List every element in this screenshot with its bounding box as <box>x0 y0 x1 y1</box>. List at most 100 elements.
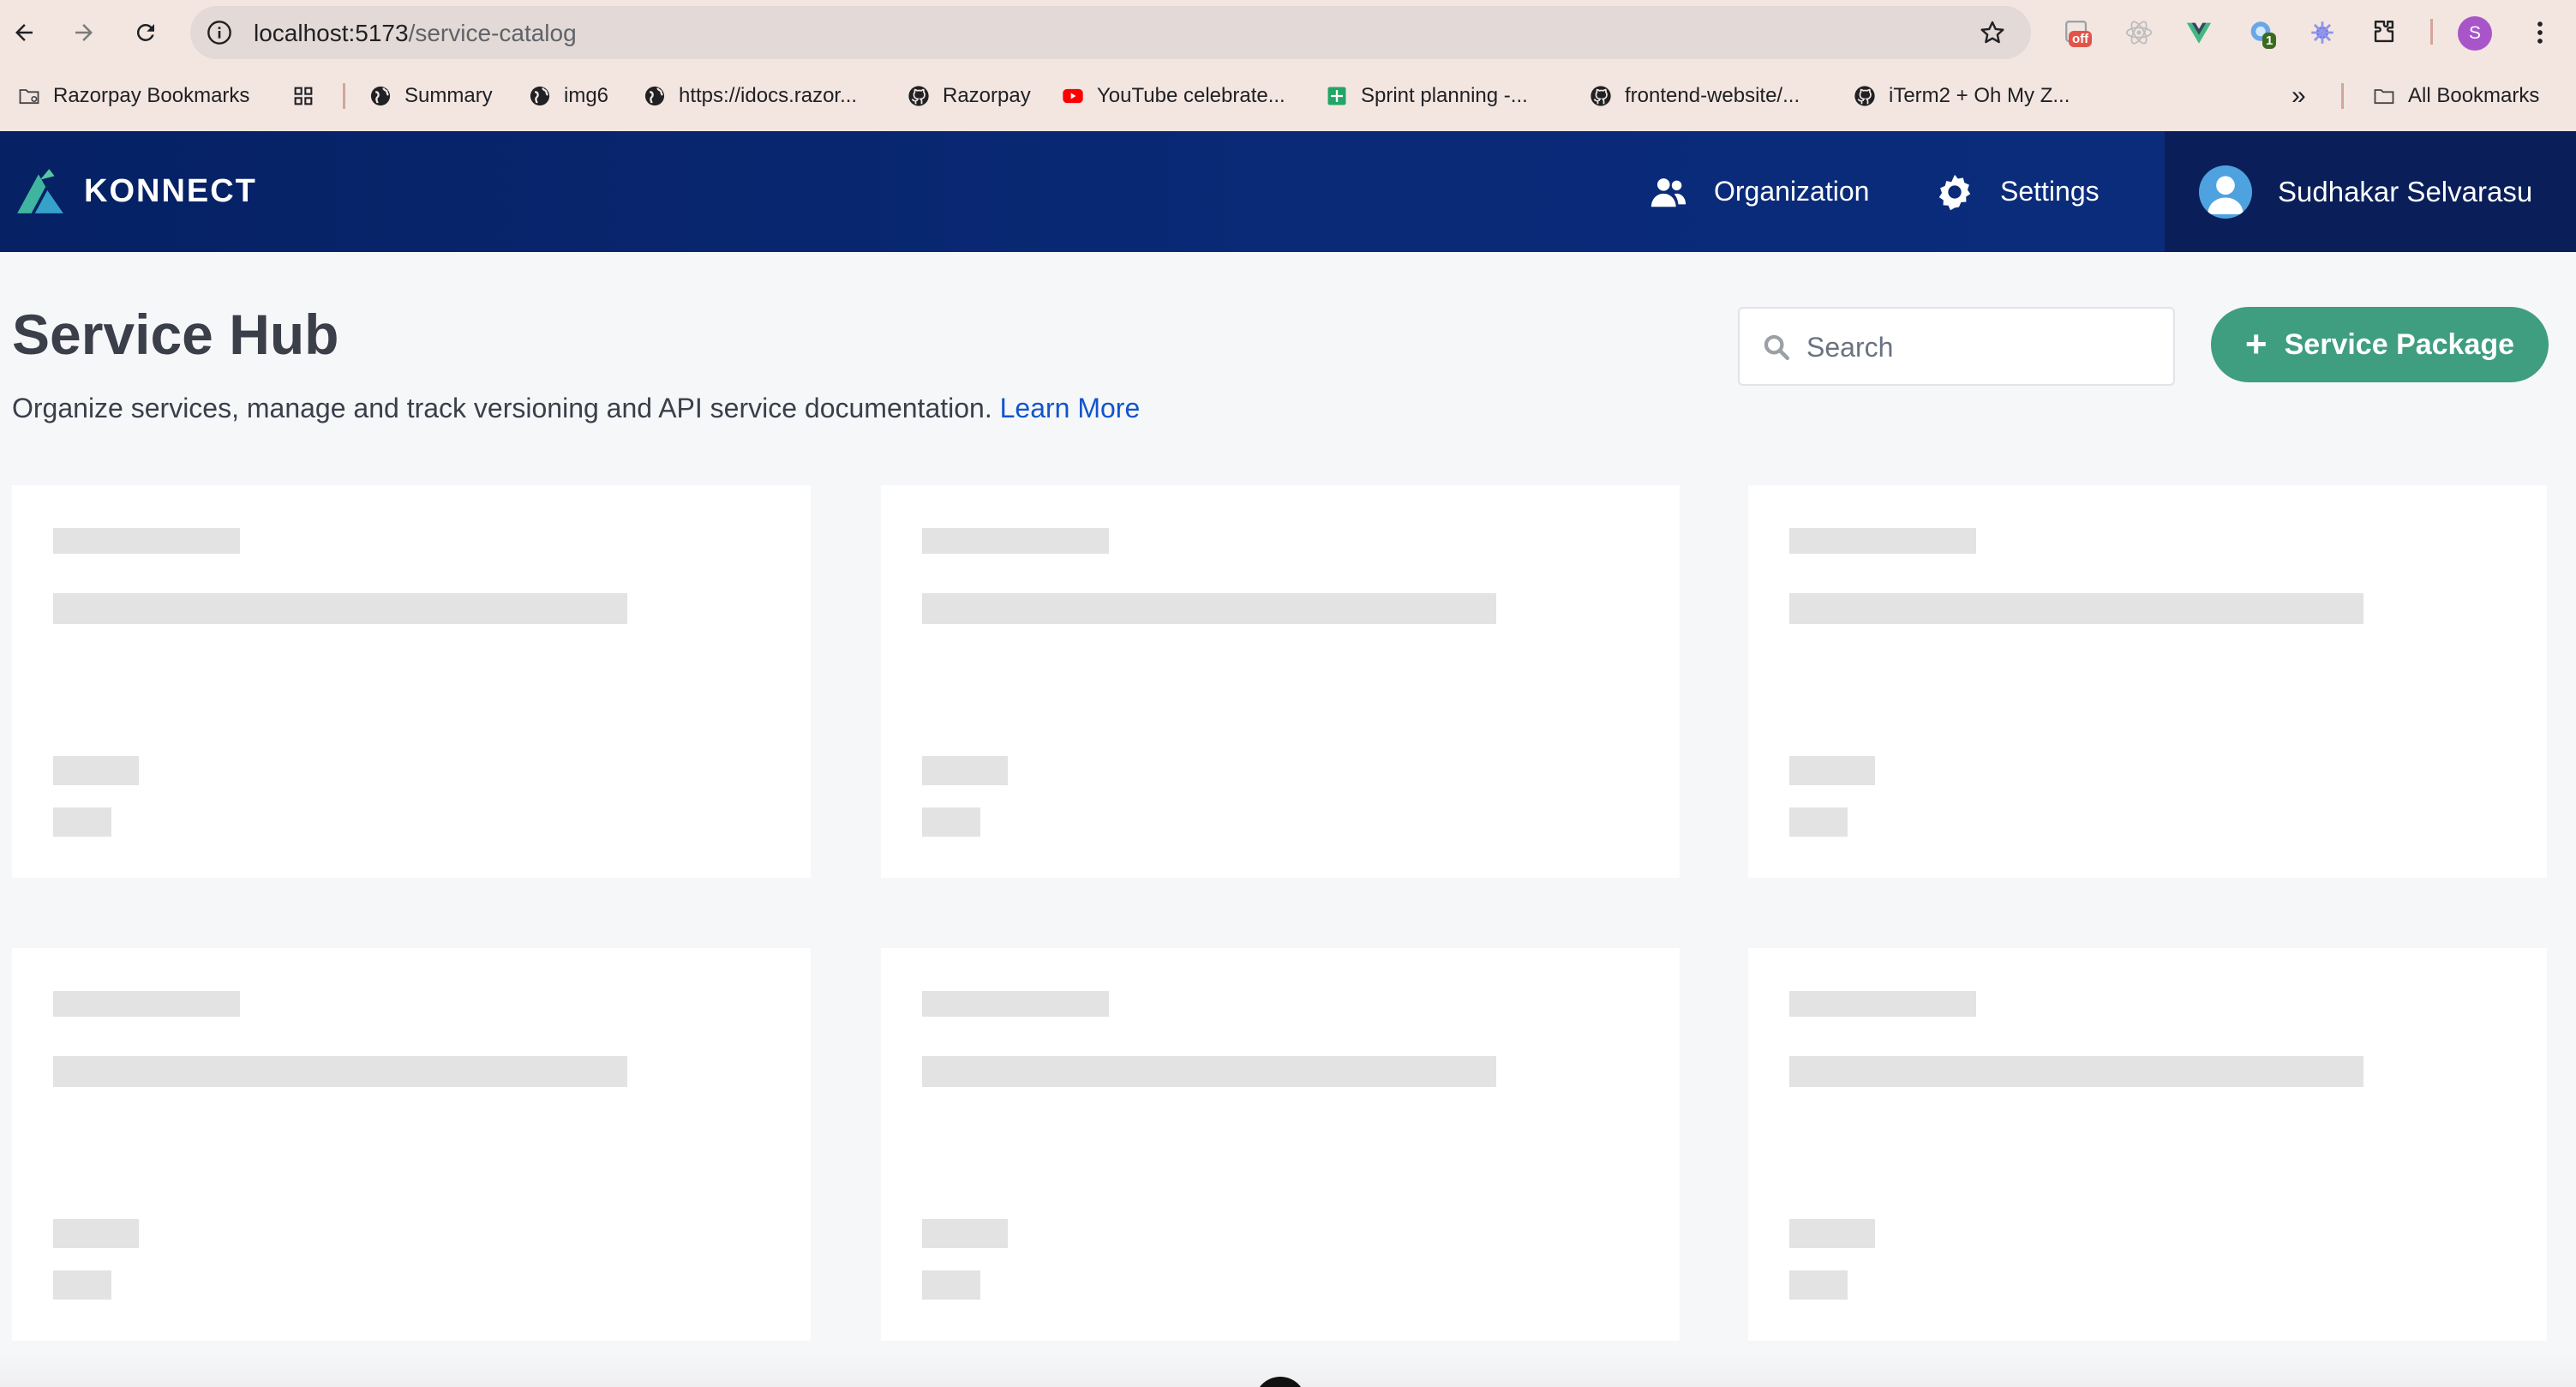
skeleton-line <box>922 593 1496 624</box>
sheets-icon <box>1327 87 1346 105</box>
skeleton-line <box>53 1056 627 1087</box>
users-icon <box>1650 177 1686 207</box>
nav-organization-label: Organization <box>1714 176 1870 207</box>
skeleton-line <box>53 593 627 624</box>
github-icon <box>908 86 929 106</box>
skeleton-line <box>53 528 240 554</box>
github-icon <box>1591 86 1611 106</box>
vue-devtools-icon[interactable] <box>2184 17 2214 48</box>
search-input[interactable] <box>1806 326 2149 369</box>
bookmarks-overflow-button[interactable]: » <box>2291 75 2306 117</box>
app-header: KONNECT Organization Settings Sudhakar S… <box>0 131 2576 252</box>
globe-icon <box>644 86 665 106</box>
skeleton-line <box>922 808 980 837</box>
skeleton-line <box>53 991 240 1017</box>
service-card-skeleton <box>12 948 811 1341</box>
vue-icon <box>2186 22 2212 44</box>
react-devtools-icon[interactable] <box>2124 17 2154 48</box>
profile-avatar[interactable]: S <box>2458 16 2492 51</box>
globe-icon <box>530 86 550 106</box>
browser-menu-button[interactable] <box>2525 17 2555 48</box>
forward-button[interactable] <box>65 14 103 51</box>
skeleton-line <box>1789 991 1976 1017</box>
brand-name: KONNECT <box>84 172 257 209</box>
user-name: Sudhakar Selvarasu <box>2278 175 2533 207</box>
bookmarks-bar: Razorpay Bookmarks Summary img6 https://… <box>0 75 2576 117</box>
bookmark-label: frontend-website/... <box>1625 84 1800 107</box>
user-menu[interactable]: Sudhakar Selvarasu <box>2165 131 2576 252</box>
folder-icon <box>19 89 39 105</box>
skeleton-line <box>922 1219 1008 1248</box>
service-card-skeleton <box>1748 948 2547 1341</box>
all-bookmarks-label: All Bookmarks <box>2408 84 2540 107</box>
back-button[interactable] <box>5 14 43 51</box>
page-title: Service Hub <box>12 303 339 366</box>
bookmark-img6[interactable]: img6 <box>528 75 608 117</box>
youtube-icon <box>1063 88 1083 104</box>
search-box[interactable] <box>1738 307 2175 386</box>
arrow-left-icon <box>15 24 33 41</box>
user-avatar-icon <box>2199 165 2252 219</box>
info-icon[interactable] <box>206 19 233 46</box>
bookmark-razorpay[interactable]: Razorpay <box>907 75 1031 117</box>
bookmark-label: https://idocs.razor... <box>679 84 858 107</box>
skeleton-line <box>1789 756 1875 785</box>
bookmark-label: iTerm2 + Oh My Z... <box>1889 84 2070 107</box>
bookmark-label: Razorpay Bookmarks <box>53 84 250 107</box>
bookmark-summary[interactable]: Summary <box>368 75 493 117</box>
bookmark-label: Razorpay <box>943 84 1031 107</box>
service-card-skeleton <box>1748 485 2547 878</box>
bookmark-separator <box>2341 83 2344 109</box>
brand-logo[interactable]: KONNECT <box>14 167 257 215</box>
skeleton-line <box>53 1219 139 1248</box>
arrow-right-icon <box>75 24 93 41</box>
bookmark-iterm2[interactable]: iTerm2 + Oh My Z... <box>1853 75 2070 117</box>
url-host: localhost:5173 <box>254 20 409 46</box>
skeleton-line <box>1789 593 2363 624</box>
skeleton-line <box>1789 1270 1848 1300</box>
skeleton-line <box>53 808 111 837</box>
service-card-skeleton <box>881 948 1680 1341</box>
nav-settings-label: Settings <box>2000 176 2100 207</box>
extensions-menu-button[interactable] <box>2369 17 2399 48</box>
service-card-skeleton <box>12 485 811 878</box>
create-service-package-button[interactable]: + Service Package <box>2211 307 2549 382</box>
skeleton-line <box>53 756 139 785</box>
reload-button[interactable] <box>127 14 165 51</box>
extension-off-icon[interactable]: off <box>2062 17 2093 48</box>
address-bar[interactable]: localhost:5173/service-catalog <box>190 6 2031 59</box>
skeleton-line <box>922 756 1008 785</box>
bookmark-star-icon[interactable] <box>1978 18 2007 47</box>
browser-chrome: localhost:5173/service-catalog off 1 S R… <box>0 0 2576 131</box>
bookmark-razorpay-bookmarks[interactable]: Razorpay Bookmarks <box>17 75 249 117</box>
bookmark-sprint-planning[interactable]: Sprint planning -... <box>1325 75 1528 117</box>
apps-grid-button[interactable] <box>291 75 327 117</box>
snowflake-extension-icon[interactable] <box>2307 17 2338 48</box>
skeleton-line <box>922 991 1109 1017</box>
folder-icon <box>2374 89 2394 105</box>
service-card-skeleton <box>881 485 1680 878</box>
skeleton-line <box>922 528 1109 554</box>
apps-grid-icon <box>294 87 313 105</box>
konnect-logo-icon <box>17 169 63 213</box>
bookmark-label: img6 <box>564 84 609 107</box>
learn-more-link[interactable]: Learn More <box>1000 393 1141 423</box>
puzzle-icon <box>2374 21 2394 43</box>
bookmark-frontend-website[interactable]: frontend-website/... <box>1589 75 1800 117</box>
nav-settings[interactable]: Settings <box>1935 131 2100 252</box>
globe-extension-icon[interactable]: 1 <box>2245 17 2277 49</box>
bookmark-youtube[interactable]: YouTube celebrate... <box>1061 75 1285 117</box>
skeleton-line <box>1789 1056 2363 1087</box>
all-bookmarks-button[interactable]: All Bookmarks <box>2372 75 2539 117</box>
search-icon <box>1764 334 1790 361</box>
bookmark-idocs[interactable]: https://idocs.razor... <box>643 75 857 117</box>
bookmark-label: Summary <box>404 84 493 107</box>
bookmark-separator <box>343 83 345 109</box>
skeleton-line <box>1789 528 1976 554</box>
bookmark-label: Sprint planning -... <box>1361 84 1528 107</box>
url-path: /service-catalog <box>408 20 577 46</box>
url-text: localhost:5173/service-catalog <box>254 20 577 47</box>
kebab-menu-icon <box>2537 21 2543 44</box>
nav-organization[interactable]: Organization <box>1649 131 1869 252</box>
snowflake-icon <box>2311 21 2333 44</box>
